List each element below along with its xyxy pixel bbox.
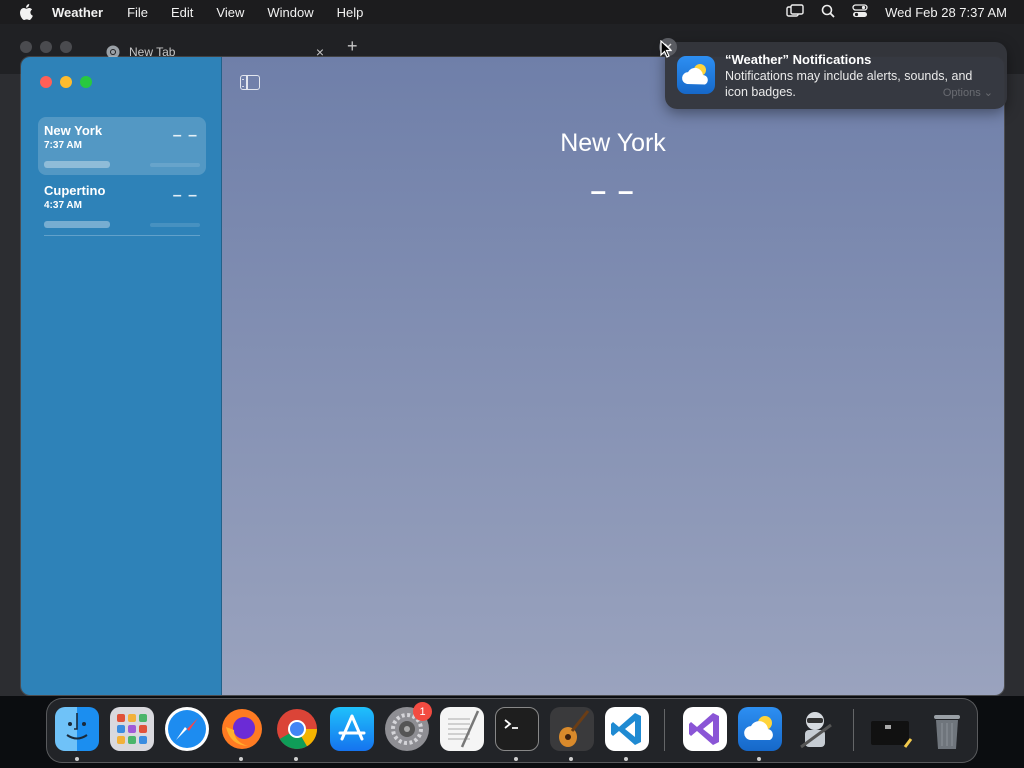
- running-indicator: [624, 757, 628, 761]
- app-store-icon[interactable]: [330, 707, 374, 751]
- location-item-cupertino[interactable]: Cupertino 4:37 AM – –: [38, 177, 206, 236]
- location-temperature: – –: [172, 127, 198, 144]
- menu-window[interactable]: Window: [267, 5, 313, 20]
- dock-separator: [853, 709, 854, 751]
- menu-edit[interactable]: Edit: [171, 5, 193, 20]
- weather-window: New York 7:37 AM – – Cupertino 4:37 AM –…: [20, 56, 1005, 696]
- trash-icon[interactable]: [925, 707, 969, 751]
- placeholder-bar: [150, 223, 200, 227]
- divider: [44, 235, 200, 236]
- notification-title: “Weather” Notifications: [725, 52, 872, 67]
- current-temperature: – –: [590, 175, 636, 206]
- new-tab-icon[interactable]: +: [347, 36, 358, 57]
- location-temperature: – –: [172, 187, 198, 204]
- weather-dock-icon[interactable]: [738, 707, 782, 751]
- browser-zoom-button[interactable]: [60, 41, 72, 53]
- placeholder-bar: [44, 161, 110, 168]
- running-indicator: [75, 757, 79, 761]
- mouse-cursor-icon: [660, 39, 673, 63]
- current-location-title: New York: [560, 129, 666, 157]
- terminal-icon[interactable]: [495, 707, 539, 751]
- textedit-icon[interactable]: [440, 707, 484, 751]
- automator-icon[interactable]: [793, 707, 837, 751]
- browser-window-controls: [20, 41, 72, 53]
- firefox-icon[interactable]: [220, 707, 264, 751]
- vscode-icon[interactable]: [605, 707, 649, 751]
- menu-app-name[interactable]: Weather: [52, 5, 103, 20]
- minimize-button[interactable]: [60, 76, 72, 88]
- sidebar-toggle-icon[interactable]: [240, 75, 260, 90]
- visual-studio-icon[interactable]: [683, 707, 727, 751]
- launchpad-icon[interactable]: [110, 707, 154, 751]
- notification-options-button[interactable]: Options ⌄: [943, 86, 993, 99]
- menu-help[interactable]: Help: [337, 5, 364, 20]
- running-indicator: [294, 757, 298, 761]
- notification-banner[interactable]: “Weather” Notifications Notifications ma…: [665, 42, 1007, 109]
- browser-minimize-button[interactable]: [40, 41, 52, 53]
- weather-sidebar: New York 7:37 AM – – Cupertino 4:37 AM –…: [21, 57, 222, 695]
- menu-clock[interactable]: Wed Feb 28 7:37 AM: [885, 5, 1007, 20]
- running-indicator: [569, 757, 573, 761]
- chrome-app-icon[interactable]: [275, 707, 319, 751]
- dock-separator: [664, 709, 665, 751]
- screen-mirroring-icon[interactable]: [786, 3, 804, 21]
- safari-icon[interactable]: [165, 707, 209, 751]
- spotlight-icon[interactable]: [821, 4, 835, 21]
- finder-icon[interactable]: [55, 707, 99, 751]
- menu-view[interactable]: View: [216, 5, 244, 20]
- placeholder-bar: [150, 163, 200, 167]
- browser-close-button[interactable]: [20, 41, 32, 53]
- weather-main: New York – –: [222, 57, 1004, 695]
- running-indicator: [239, 757, 243, 761]
- control-center-icon[interactable]: [852, 3, 868, 21]
- zoom-button[interactable]: [80, 76, 92, 88]
- dock: [46, 698, 978, 763]
- downloads-stack-icon[interactable]: [869, 707, 913, 751]
- placeholder-bar: [44, 221, 110, 228]
- notification-badge: 1: [413, 702, 432, 721]
- running-indicator: [514, 757, 518, 761]
- apple-menu-icon[interactable]: [0, 4, 52, 20]
- weather-app-icon: [677, 56, 715, 94]
- location-item-new-york[interactable]: New York 7:37 AM – –: [38, 117, 206, 175]
- garageband-icon[interactable]: [550, 707, 594, 751]
- menu-file[interactable]: File: [127, 5, 148, 20]
- window-controls: [40, 76, 92, 88]
- close-button[interactable]: [40, 76, 52, 88]
- running-indicator: [757, 757, 761, 761]
- menu-bar: Weather File Edit View Window Help Wed F…: [0, 0, 1024, 24]
